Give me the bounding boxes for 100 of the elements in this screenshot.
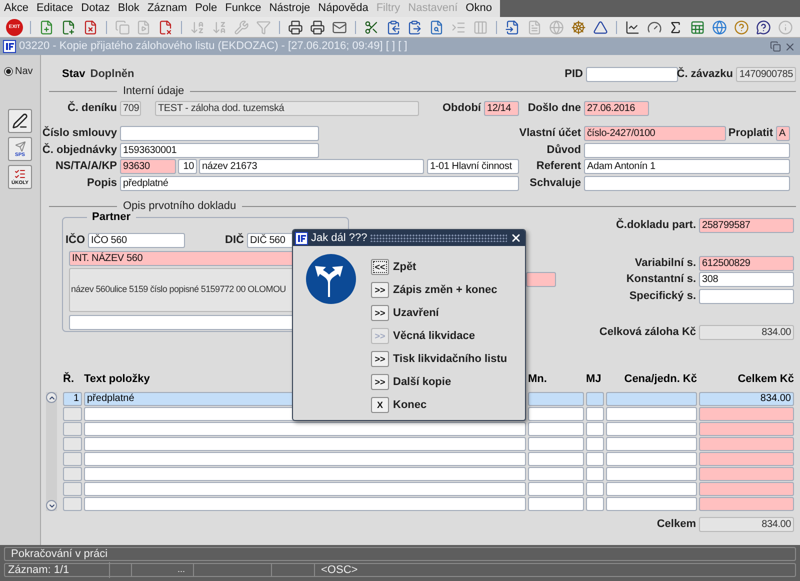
field-label: Celkem bbox=[656, 518, 697, 531]
paper-plane-icon bbox=[14, 140, 26, 152]
option-button[interactable]: X bbox=[371, 397, 389, 413]
text-field[interactable] bbox=[584, 143, 790, 158]
text-field[interactable]: 1593630001 bbox=[120, 143, 319, 158]
text-field[interactable] bbox=[120, 126, 319, 141]
chevron-up-icon bbox=[48, 394, 56, 402]
menu-item[interactable]: Záznam bbox=[143, 0, 192, 17]
close-icon[interactable] bbox=[510, 232, 522, 244]
text-field[interactable]: 258799587 bbox=[699, 218, 794, 233]
menu-item[interactable]: Akce bbox=[0, 0, 32, 17]
option-button[interactable]: >> bbox=[371, 374, 389, 390]
field-label: Došlo dne bbox=[528, 102, 582, 115]
menu-item[interactable]: Blok bbox=[114, 0, 144, 17]
text-field[interactable]: 93630 bbox=[120, 159, 176, 174]
text-field[interactable]: předplatné bbox=[120, 176, 519, 191]
option-button[interactable]: >> bbox=[371, 282, 389, 298]
mail-icon bbox=[332, 20, 347, 34]
table-cell: 1 bbox=[63, 392, 82, 406]
option-button[interactable]: >> bbox=[371, 305, 389, 321]
printer-icon bbox=[310, 20, 325, 34]
road-sign-icon bbox=[305, 253, 357, 305]
nav-radio[interactable]: Nav bbox=[4, 64, 33, 79]
file-x-icon bbox=[82, 20, 98, 34]
spreadsheet-icon bbox=[690, 20, 706, 34]
field-label: Variabilní s. bbox=[634, 257, 697, 270]
globe-icon bbox=[712, 20, 728, 34]
field-label: NS/TA/A/KP bbox=[55, 160, 118, 173]
text-field[interactable]: 308 bbox=[699, 272, 794, 287]
text-field[interactable]: 1470900785 bbox=[736, 67, 796, 82]
nav-button[interactable] bbox=[8, 109, 32, 133]
text-field[interactable]: 709 bbox=[120, 101, 141, 116]
sort-ascending-icon bbox=[190, 20, 206, 34]
field-label: Schvaluje bbox=[530, 177, 582, 190]
text-field[interactable]: 834.00 bbox=[699, 517, 794, 532]
section-title: Interní údaje bbox=[122, 85, 186, 97]
text-field[interactable] bbox=[699, 289, 794, 304]
chevron-down-icon bbox=[48, 502, 56, 510]
text-field[interactable]: 1-01 Hlavní činnost bbox=[427, 159, 519, 174]
menu-item[interactable]: Nástroje bbox=[265, 0, 314, 17]
field-label: PID bbox=[564, 68, 584, 81]
toolbar-button[interactable] bbox=[592, 18, 609, 36]
column-header: Cena/jedn. Kč bbox=[624, 373, 697, 385]
text-field[interactable] bbox=[584, 176, 790, 191]
toolbar-button[interactable] bbox=[755, 18, 772, 36]
field-label: Stav bbox=[62, 68, 86, 81]
clipboard-paste-icon bbox=[407, 20, 422, 34]
text-field[interactable]: 834.00 bbox=[699, 325, 794, 340]
option-label: Tisk likvidačního listu bbox=[393, 352, 508, 367]
field-label: Důvod bbox=[546, 144, 582, 157]
pen-icon bbox=[12, 113, 28, 129]
ship-wheel-icon bbox=[570, 20, 586, 34]
scroll-down-button[interactable] bbox=[46, 500, 57, 511]
option-button[interactable]: << bbox=[371, 259, 389, 275]
text-field[interactable]: 27.06.2016 bbox=[584, 101, 649, 116]
menu-item[interactable]: Dotaz bbox=[77, 0, 114, 17]
document-icon bbox=[526, 20, 542, 34]
scrollbar[interactable] bbox=[46, 392, 57, 511]
text-field[interactable] bbox=[526, 272, 556, 287]
file-input-icon bbox=[505, 20, 520, 34]
columns-icon bbox=[473, 20, 488, 34]
text-field[interactable]: číslo-2427/0100 bbox=[584, 126, 726, 141]
mode-indicator: <OSC> bbox=[320, 562, 358, 578]
menu-item[interactable]: Okno bbox=[462, 0, 496, 17]
field-label: Č. závazku bbox=[676, 68, 734, 81]
text-field[interactable]: Adam Antonín 1 bbox=[584, 159, 790, 174]
menu-item[interactable]: Editace bbox=[32, 0, 78, 17]
line-chart-icon bbox=[624, 20, 640, 34]
toolbar-button[interactable] bbox=[406, 18, 424, 36]
scroll-up-button[interactable] bbox=[46, 392, 57, 403]
status-cell-text: ... bbox=[177, 563, 185, 576]
text-field[interactable] bbox=[586, 67, 678, 82]
info-icon bbox=[778, 20, 793, 34]
option-button[interactable]: >> bbox=[371, 351, 389, 367]
text-field[interactable]: název 21673 bbox=[199, 159, 424, 174]
option-label: Zpět bbox=[393, 260, 416, 275]
menu-item[interactable]: Pole bbox=[191, 0, 222, 17]
menu-item[interactable]: Funkce bbox=[221, 0, 266, 17]
gauge-icon bbox=[646, 20, 662, 34]
text-field[interactable]: A bbox=[776, 126, 790, 141]
text-field[interactable]: 12/14 bbox=[484, 101, 519, 116]
toolbar-button[interactable] bbox=[286, 18, 304, 36]
status-message: Pokračování v práci bbox=[11, 546, 108, 562]
text-field[interactable]: 612500829 bbox=[699, 256, 794, 271]
globe-icon bbox=[548, 20, 564, 34]
toolbar-button[interactable] bbox=[362, 18, 380, 36]
text-field[interactable]: TEST - záloha dod. tuzemská bbox=[155, 101, 419, 116]
printer-icon bbox=[288, 20, 303, 34]
menu-item[interactable]: Nápověda bbox=[314, 0, 372, 17]
field-label: IČO bbox=[65, 234, 86, 247]
restore-icon[interactable] bbox=[770, 41, 781, 52]
toolbar-button[interactable] bbox=[308, 18, 326, 36]
group-title: Partner bbox=[91, 211, 131, 223]
text-field[interactable]: IČO 560 bbox=[88, 233, 185, 248]
field-label: Konstantní s. bbox=[626, 273, 697, 286]
table-cell: 834.00 bbox=[699, 392, 794, 406]
text-field[interactable]: 10 bbox=[178, 159, 197, 174]
indent-list-icon bbox=[451, 20, 466, 34]
file-plus-icon bbox=[60, 20, 76, 34]
toolbar-button[interactable] bbox=[624, 18, 641, 36]
